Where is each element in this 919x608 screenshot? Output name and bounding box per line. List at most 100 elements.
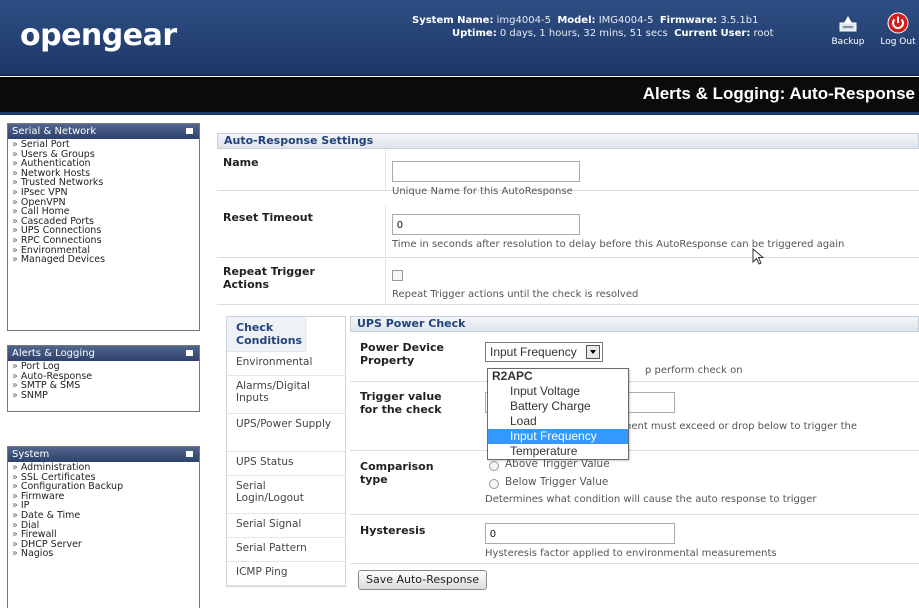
model-value: IMG4004-5 <box>598 15 654 26</box>
tab-alarms-digital-inputs[interactable]: Alarms/Digital Inputs <box>227 376 345 414</box>
comparison-hint: Determines what condition will cause the… <box>485 494 817 505</box>
nav-alerts-logging: Alerts & Logging Port LogAuto-ResponseSM… <box>7 345 200 412</box>
sidebar-item-snmp[interactable]: SNMP <box>12 391 199 401</box>
nav-section-header: Serial & Network <box>8 124 199 139</box>
reset-timeout-input[interactable] <box>392 214 580 235</box>
page-title: Alerts & Logging: Auto-Response <box>642 84 915 103</box>
repeat-trigger-cell: Repeat Trigger actions until the check i… <box>385 259 919 304</box>
logout-button[interactable]: Log Out <box>879 12 917 47</box>
name-label: Name <box>223 156 259 169</box>
tab-serial-pattern[interactable]: Serial Pattern <box>227 538 345 562</box>
comparison-cell: Above Trigger Value Below Trigger Value … <box>485 452 919 514</box>
reset-timeout-row: Reset Timeout Time in seconds after reso… <box>217 205 919 258</box>
tab-ups-status[interactable]: UPS Status <box>227 452 345 476</box>
reset-timeout-label: Reset Timeout <box>223 211 313 224</box>
comparison-row: Comparison type Above Trigger Value Belo… <box>350 452 919 515</box>
below-label: Below Trigger Value <box>505 476 609 488</box>
tab-environmental[interactable]: Environmental <box>227 352 345 376</box>
dropdown-options: Input Voltage Battery Charge Load Input Fre… <box>488 384 628 459</box>
title-bar: Alerts & Logging: Auto-Response <box>0 77 919 115</box>
reset-timeout-cell: Time in seconds after resolution to dela… <box>385 205 919 257</box>
uptime-value: 0 days, 1 hours, 32 mins, 51 secs <box>499 28 668 39</box>
settings-header: Auto-Response Settings <box>217 133 919 149</box>
sidebar-item-date-time[interactable]: Date & Time <box>12 511 199 521</box>
name-input[interactable] <box>392 161 580 182</box>
power-property-select[interactable]: Input Frequency <box>485 342 603 362</box>
sidebar-item-firmware[interactable]: Firmware <box>12 492 199 502</box>
ups-header: UPS Power Check <box>350 316 919 332</box>
repeat-trigger-hint: Repeat Trigger actions until the check i… <box>392 289 639 300</box>
system-name-value: img4004-5 <box>496 15 551 26</box>
backup-label: Backup <box>831 37 865 47</box>
nav-section-title: Serial & Network <box>12 126 97 137</box>
comparison-label: Comparison type <box>360 460 434 486</box>
trigger-value-label: Trigger value for the check <box>360 390 442 416</box>
mouse-cursor-icon <box>752 248 765 265</box>
nav-list: Port LogAuto-ResponseSMTP & SMSSNMP <box>8 361 199 402</box>
dropdown-option[interactable]: Input Frequency <box>488 429 628 444</box>
nav-list: Serial PortUsers & GroupsAuthenticationN… <box>8 139 199 267</box>
nav-serial-network: Serial & Network Serial PortUsers & Grou… <box>7 123 200 331</box>
check-conditions-tabs: Check Conditions Environmental Alarms/Dig… <box>226 316 346 587</box>
power-property-dropdown: R2APC Input Voltage Battery Charge Load Inp… <box>487 368 629 460</box>
backup-icon <box>839 16 857 32</box>
header-bar: opengear System Name: img4004-5 Model: I… <box>0 0 919 76</box>
repeat-trigger-label: Repeat Trigger Actions <box>223 265 315 291</box>
system-name-label: System Name: <box>412 15 494 26</box>
power-property-label: Power Device Property <box>360 341 445 367</box>
hysteresis-label: Hysteresis <box>360 524 426 537</box>
backup-button[interactable]: Backup <box>829 12 867 47</box>
dropdown-option[interactable]: Input Voltage <box>488 384 628 399</box>
hysteresis-hint: Hysteresis factor applied to environment… <box>485 548 777 559</box>
power-property-selected: Input Frequency <box>490 345 577 359</box>
uptime-label: Uptime: <box>452 28 497 39</box>
chevron-down-icon[interactable] <box>586 345 600 359</box>
tab-serial-signal[interactable]: Serial Signal <box>227 514 345 538</box>
collapse-icon[interactable] <box>186 350 193 356</box>
hysteresis-input[interactable] <box>485 523 675 544</box>
reset-timeout-hint: Time in seconds after resolution to dela… <box>392 239 845 250</box>
below-radio[interactable] <box>489 479 499 489</box>
trigger-value-hint: nent must exceed or drop below to trigge… <box>625 421 857 432</box>
trigger-value-row: Trigger value for the check nent must ex… <box>350 383 919 451</box>
nav-section-header: System <box>8 447 199 462</box>
dropdown-group-label: R2APC <box>492 369 533 383</box>
collapse-icon[interactable] <box>186 128 193 134</box>
repeat-trigger-checkbox[interactable] <box>392 270 403 281</box>
tab-list: Environmental Alarms/Digital Inputs UPS/Po… <box>227 352 345 586</box>
name-row: Name Unique Name for this AutoResponse <box>217 150 919 197</box>
nav-list: AdministrationSSL CertificatesConfigurat… <box>8 462 199 561</box>
tab-icmp-ping[interactable]: ICMP Ping <box>227 562 345 586</box>
hysteresis-cell: Hysteresis factor applied to environment… <box>485 516 919 563</box>
current-user-value: root <box>753 28 774 39</box>
name-hint: Unique Name for this AutoResponse <box>392 186 573 197</box>
logout-label: Log Out <box>880 37 916 47</box>
dropdown-option[interactable]: Battery Charge <box>488 399 628 414</box>
sidebar-item-nagios[interactable]: Nagios <box>12 549 199 559</box>
nav-section-header: Alerts & Logging <box>8 346 199 361</box>
firmware-label: Firmware: <box>659 15 718 26</box>
dropdown-option[interactable]: Temperature <box>488 444 628 459</box>
above-radio[interactable] <box>489 461 499 471</box>
power-icon <box>887 12 909 34</box>
model-label: Model: <box>557 15 596 26</box>
collapse-icon[interactable] <box>186 451 193 457</box>
tab-serial-login-logout[interactable]: Serial Login/Logout <box>227 476 345 514</box>
nav-section-title: Alerts & Logging <box>12 348 95 359</box>
tab-header: Check Conditions <box>227 317 307 352</box>
current-user-label: Current User: <box>674 28 751 39</box>
firmware-value: 3.5.1b1 <box>720 15 759 26</box>
save-auto-response-button[interactable]: Save Auto-Response <box>358 570 488 590</box>
power-property-hint: p perform check on <box>645 365 743 376</box>
sidebar-item-managed-devices[interactable]: Managed Devices <box>12 255 199 265</box>
power-property-row: Power Device Property Input Frequency p … <box>350 334 919 382</box>
repeat-trigger-row: Repeat Trigger Actions Repeat Trigger ac… <box>217 259 919 305</box>
hysteresis-row: Hysteresis Hysteresis factor applied to … <box>350 516 919 564</box>
nav-system: System AdministrationSSL CertificatesCon… <box>7 446 200 608</box>
nav-section-title: System <box>12 449 50 460</box>
opengear-logo[interactable]: opengear <box>20 18 177 53</box>
name-cell: Unique Name for this AutoResponse <box>385 150 919 197</box>
tab-ups-power-supply[interactable]: UPS/Power Supply <box>227 414 345 452</box>
system-info: System Name: img4004-5 Model: IMG4004-5 … <box>412 14 774 40</box>
dropdown-option[interactable]: Load <box>488 414 628 429</box>
